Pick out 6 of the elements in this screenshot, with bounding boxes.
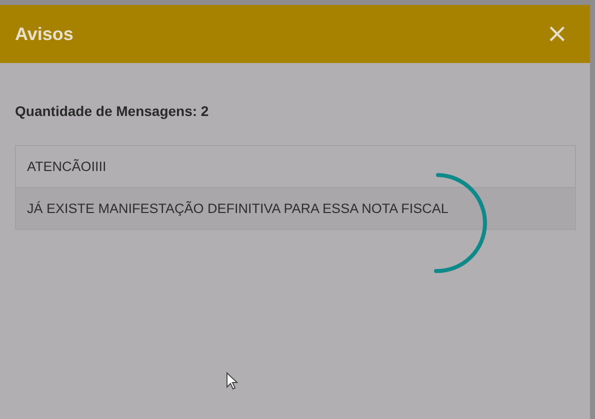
message-row-text: ATENCÃOIIII [26, 158, 108, 176]
message-row: JÁ EXISTE MANIFESTAÇÃO DEFINITIVA PARA ESSA NOTA FISCAL [16, 187, 575, 229]
close-button[interactable]: × [546, 21, 568, 47]
mouse-cursor-icon [226, 372, 238, 390]
message-count: Quantidade de Mensagens: 2 [15, 103, 210, 119]
dialog-title: Avisos [15, 24, 74, 44]
